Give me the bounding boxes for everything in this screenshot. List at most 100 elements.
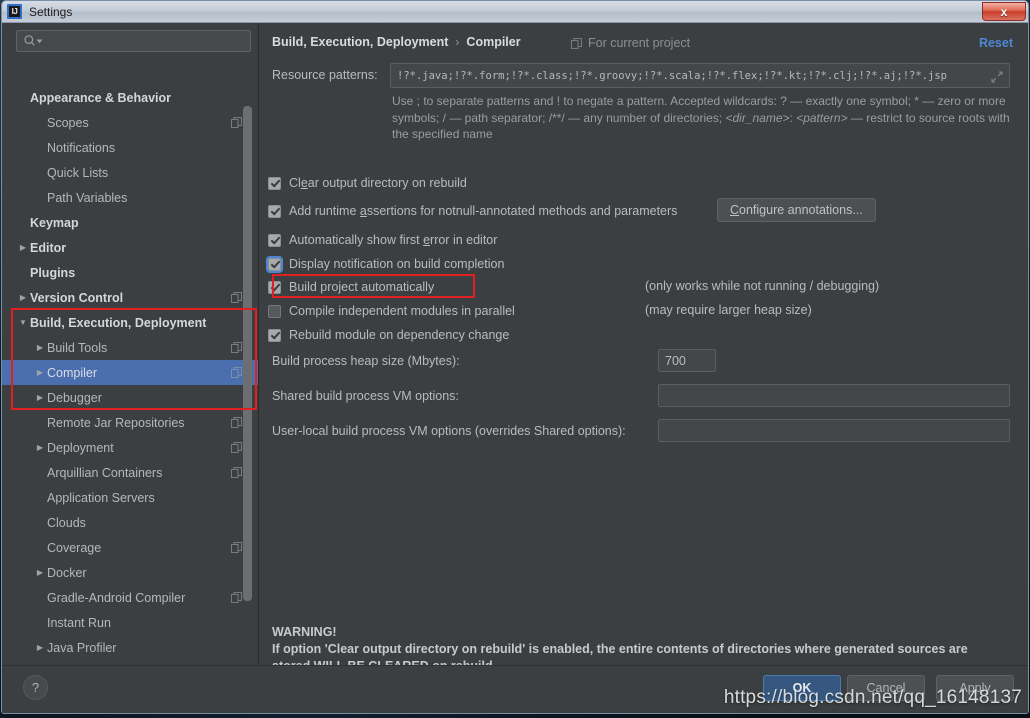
configure-annotations-button[interactable]: Configure annotations...	[717, 198, 876, 222]
breadcrumb-separator-icon: ›	[455, 35, 460, 49]
sidebar-item-label: Coverage	[47, 540, 102, 555]
chevron-right-icon[interactable]: ▶	[33, 443, 47, 452]
sidebar-item-instant-run[interactable]: Instant Run	[2, 610, 258, 635]
sidebar-item-path-variables[interactable]: Path Variables	[2, 185, 258, 210]
sidebar-item-label: Gradle-Android Compiler	[47, 590, 186, 605]
checkbox-checked-icon[interactable]	[268, 280, 281, 294]
configure-annotations-mnemonic: C	[730, 203, 740, 217]
sidebar-item-label: Scopes	[47, 115, 89, 130]
checkbox-label-part2: ssertions for notnull-annotated methods …	[366, 204, 678, 218]
help-button[interactable]: ?	[23, 675, 48, 700]
checkbox-checked-icon[interactable]	[268, 176, 281, 190]
chevron-right-icon[interactable]: ▶	[33, 643, 47, 652]
checkbox-compile-independent-modules-in-parallel[interactable]: Compile independent modules in parallel	[268, 302, 515, 320]
user-local-vm-options-input[interactable]	[658, 419, 1010, 442]
reset-link[interactable]: Reset	[979, 36, 1013, 50]
watermark-url: https://blog.csdn.net/qq_16148137	[723, 687, 1022, 708]
sidebar-item-version-control[interactable]: ▶ Version Control	[2, 285, 258, 310]
checkbox-label: Add runtime assertions for notnull-annot…	[289, 204, 677, 218]
window-title-bar: IJ Settings x	[2, 1, 1028, 23]
sidebar-item-label: Build, Execution, Deployment	[30, 315, 207, 330]
sidebar-item-build-tools[interactable]: ▶ Build Tools	[2, 335, 258, 360]
checkbox-label: Automatically show first error in editor	[289, 233, 497, 247]
checkbox-label-part2: rror in editor	[430, 233, 498, 247]
chevron-right-icon[interactable]: ▶	[16, 243, 30, 252]
warning-line-1: If option 'Clear output directory on reb…	[272, 642, 968, 656]
sidebar-item-debugger[interactable]: ▶ Debugger	[2, 385, 258, 410]
checkbox-label: Rebuild module on dependency change	[289, 328, 509, 342]
sidebar-item-appearance-behavior[interactable]: Appearance & Behavior	[2, 85, 258, 110]
chevron-down-icon[interactable]: ▼	[16, 318, 30, 327]
checkbox-label-mnemonic: e	[300, 176, 308, 190]
window-title: Settings	[29, 4, 73, 19]
compiler-settings-pane: Build, Execution, Deployment › Compiler …	[259, 23, 1028, 713]
heap-size-input[interactable]: 700	[658, 349, 716, 372]
sidebar-item-notifications[interactable]: Notifications	[2, 135, 258, 160]
checkbox-display-notification-on-build-completion[interactable]: Display notification on build completion	[266, 255, 504, 273]
shared-vm-options-input[interactable]	[658, 384, 1010, 407]
chevron-right-icon[interactable]: ▶	[33, 393, 47, 402]
checkbox-rebuild-module-on-dependency-change[interactable]: Rebuild module on dependency change	[268, 326, 509, 344]
resource-patterns-input[interactable]: !?*.java;!?*.form;!?*.class;!?*.groovy;!…	[390, 63, 1010, 88]
question-mark-icon: ?	[31, 680, 40, 695]
close-window-button[interactable]: x	[982, 2, 1026, 21]
sidebar-item-label: Path Variables	[47, 190, 128, 205]
sidebar-item-keymap[interactable]: Keymap	[2, 210, 258, 235]
chevron-right-icon[interactable]: ▶	[33, 343, 47, 352]
sidebar-item-label: Remote Jar Repositories	[47, 415, 185, 430]
sidebar-item-build-execution-deployment[interactable]: ▼ Build, Execution, Deployment	[2, 310, 258, 335]
sidebar-item-scopes[interactable]: Scopes	[2, 110, 258, 135]
sidebar-item-java-profiler[interactable]: ▶ Java Profiler	[2, 635, 258, 660]
search-input[interactable]	[16, 30, 251, 52]
sidebar-item-remote-jar-repositories[interactable]: Remote Jar Repositories	[2, 410, 258, 435]
checkbox-checked-icon[interactable]	[268, 204, 281, 218]
project-scope-indicator: For current project	[571, 36, 690, 50]
checkbox-label-part1: Compile independent modules in parallel	[289, 304, 515, 318]
search-icon	[23, 34, 37, 48]
sidebar-item-gradle-android-compiler[interactable]: Gradle-Android Compiler	[2, 585, 258, 610]
help-text-dirname: <dir_name>	[725, 110, 790, 125]
checkbox-clear-output-directory-on-rebuild[interactable]: Clear output directory on rebuild	[268, 174, 467, 192]
checkbox-checked-icon[interactable]	[268, 233, 281, 247]
sidebar-item-clouds[interactable]: Clouds	[2, 510, 258, 535]
module-icon	[231, 342, 242, 353]
checkbox-build-project-automatically[interactable]: Build project automatically	[268, 278, 434, 296]
chevron-right-icon[interactable]: ▶	[16, 293, 30, 302]
configure-annotations-label: onfigure annotations...	[739, 203, 863, 217]
chevron-right-icon[interactable]: ▶	[33, 368, 47, 377]
checkbox-add-runtime-assertions-for-notnull-annotated-m[interactable]: Add runtime assertions for notnull-annot…	[268, 202, 677, 220]
expand-icon[interactable]	[991, 70, 1003, 83]
sidebar-item-coverage[interactable]: Coverage	[2, 535, 258, 560]
checkbox-checked-icon[interactable]	[268, 328, 281, 342]
sidebar-item-label: Clouds	[47, 515, 86, 530]
intellij-idea-icon: IJ	[7, 4, 22, 19]
checkbox-label-part1: Display notification on build completion	[289, 257, 505, 271]
sidebar-item-quick-lists[interactable]: Quick Lists	[2, 160, 258, 185]
sidebar-item-deployment[interactable]: ▶ Deployment	[2, 435, 258, 460]
module-icon	[231, 467, 242, 478]
resource-patterns-value: !?*.java;!?*.form;!?*.class;!?*.groovy;!…	[397, 69, 947, 82]
sidebar-scrollbar[interactable]	[243, 106, 252, 601]
resource-patterns-label: Resource patterns:	[272, 68, 378, 82]
sidebar-item-plugins[interactable]: Plugins	[2, 260, 258, 285]
sidebar-item-application-servers[interactable]: Application Servers	[2, 485, 258, 510]
sidebar-item-compiler[interactable]: ▶ Compiler	[2, 360, 258, 385]
shared-vm-options-label: Shared build process VM options:	[272, 389, 459, 403]
search-dropdown-icon[interactable]	[36, 32, 43, 50]
chevron-right-icon[interactable]: ▶	[33, 568, 47, 577]
sidebar-item-arquillian-containers[interactable]: Arquillian Containers	[2, 460, 258, 485]
checkbox-unchecked-icon[interactable]	[268, 304, 281, 318]
resource-patterns-help-text: Use ; to separate patterns and ! to nega…	[392, 93, 1012, 143]
settings-tree[interactable]: Appearance & Behavior Scopes Notifications…	[2, 85, 258, 713]
breadcrumb-root[interactable]: Build, Execution, Deployment	[272, 35, 448, 49]
breadcrumb-leaf: Compiler	[466, 35, 521, 49]
checkbox-label: Display notification on build completion	[289, 257, 504, 271]
settings-dialog-window: IJ Settings x Appearance & Behavior Scope	[1, 0, 1029, 714]
sidebar-item-docker[interactable]: ▶ Docker	[2, 560, 258, 585]
checkbox-checked-icon[interactable]	[266, 255, 283, 273]
sidebar-item-label: Build Tools	[47, 340, 108, 355]
sidebar-item-editor[interactable]: ▶ Editor	[2, 235, 258, 260]
checkbox-automatically-show-first-error-in-editor[interactable]: Automatically show first error in editor	[268, 231, 497, 249]
sidebar-item-label: Deployment	[47, 440, 114, 455]
module-icon	[231, 592, 242, 603]
